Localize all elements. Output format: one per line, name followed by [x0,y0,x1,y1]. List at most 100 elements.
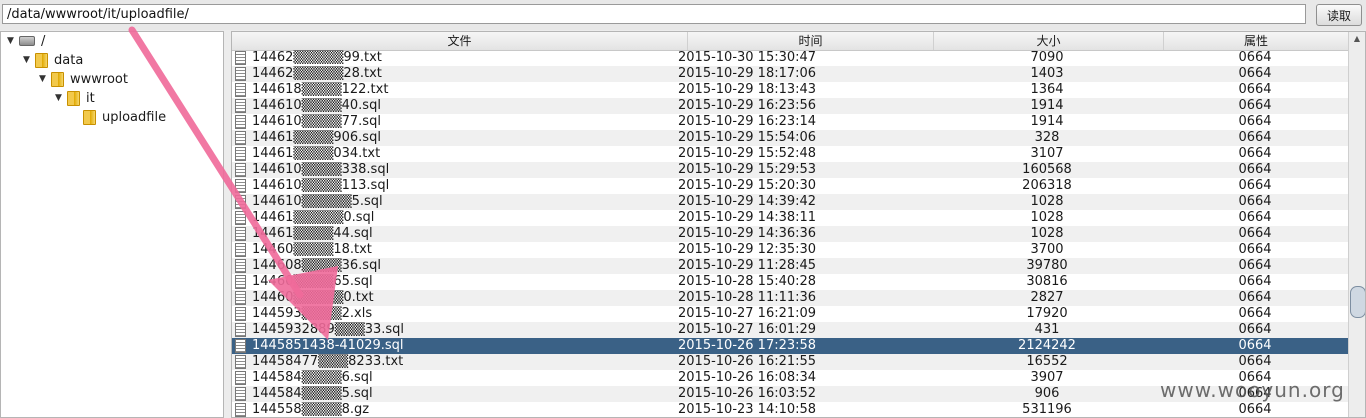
file-size: 160568 [1022,162,1072,177]
table-row[interactable]: 14458477▒▒▒8233.txt 2015-10-26 16:21:55 16… [232,354,1348,370]
table-row[interactable]: 14462▒▒▒▒▒99.txt 2015-10-30 15:30:47 7090 0… [232,50,1348,66]
text-file-icon [235,83,246,97]
table-row[interactable]: 144618▒▒▒▒122.txt 2015-10-29 18:13:43 1364… [232,82,1348,98]
folder-icon [35,52,48,68]
file-time: 2015-10-29 12:35:30 [678,242,817,257]
file-time: 2015-10-29 14:38:11 [678,210,817,225]
table-row[interactable]: 144610▒▒▒▒40.sql 2015-10-29 16:23:56 1914 0… [232,98,1348,114]
column-header-time[interactable]: 时间 [688,32,934,50]
file-size: 328 [1034,130,1060,145]
scroll-up-icon[interactable]: ▲ [1351,34,1363,46]
file-time: 2015-10-26 16:21:55 [678,354,817,369]
file-name: 14462▒▒▒▒▒28.txt [252,66,382,81]
text-file-icon [235,179,246,193]
file-name: 144610▒▒▒▒113.sql [252,178,390,193]
expand-triangle-icon[interactable]: ▼ [23,55,35,65]
file-time: 2015-10-29 11:28:45 [678,258,817,273]
tree-node-label: uploadfile [102,109,167,125]
table-row[interactable]: 14461▒▒▒▒034.txt 2015-10-29 15:52:48 3107 0… [232,146,1348,162]
path-bar: 读取 [0,0,1366,30]
file-size: 1403 [1030,66,1064,81]
file-time: 2015-10-29 14:39:42 [678,194,817,209]
text-file-icon [235,227,246,241]
file-name: 144584▒▒▒▒6.sql [252,370,373,385]
file-size: 1028 [1030,194,1064,209]
file-size: 1914 [1030,114,1064,129]
text-file-icon [235,195,246,209]
tree-node-root[interactable]: ▼ / [7,32,45,50]
file-size: 30816 [1026,274,1068,289]
expand-triangle-icon[interactable]: ▼ [39,74,51,84]
file-time: 2015-10-28 15:40:28 [678,274,817,289]
file-name: 14460▒▒▒▒18.txt [252,242,372,257]
file-name: 144610▒▒▒▒77.sql [252,114,381,129]
table-row[interactable]: 144558▒▒▒▒8.gz 2015-10-23 14:10:58 531196 0… [232,402,1348,417]
table-row[interactable]: 14461▒▒▒▒44.sql 2015-10-29 14:36:36 1028 06… [232,226,1348,242]
expand-triangle-icon[interactable]: ▼ [55,93,67,103]
table-row[interactable]: 144593▒▒▒▒2.xls 2015-10-27 16:21:09 17920 0… [232,306,1348,322]
column-header-attr[interactable]: 属性 [1164,32,1348,50]
column-header-size[interactable]: 大小 [934,32,1164,50]
table-row[interactable]: 144610▒▒▒▒▒5.sql 2015-10-29 14:39:42 1028 0… [232,194,1348,210]
text-file-icon [235,147,246,161]
table-row[interactable]: 14461▒▒▒▒▒0.sql 2015-10-29 14:38:11 1028 06… [232,210,1348,226]
file-name: 14460▒▒▒▒65.sql [252,274,373,289]
table-row[interactable]: 14462▒▒▒▒▒28.txt 2015-10-29 18:17:06 1403 0… [232,66,1348,82]
directory-tree: ▼ / ▼ data ▼ wwwroot ▼ it uploadfile [0,31,224,418]
text-file-icon [235,371,246,385]
file-size: 16552 [1026,354,1068,369]
table-row[interactable]: 144610▒▒▒▒338.sql 2015-10-29 15:29:53 1605… [232,162,1348,178]
table-row[interactable]: 14460▒▒▒▒▒0.txt 2015-10-28 11:11:36 2827 06… [232,290,1348,306]
table-row[interactable]: 14461▒▒▒▒906.sql 2015-10-29 15:54:06 328 06… [232,130,1348,146]
file-name: 14458477▒▒▒8233.txt [252,354,404,369]
path-input[interactable] [2,4,1306,24]
text-file-icon [235,259,246,273]
file-name: 14461▒▒▒▒▒0.sql [252,210,375,225]
table-row[interactable]: 144610▒▒▒▒77.sql 2015-10-29 16:23:14 1914 0… [232,114,1348,130]
file-size: 431 [1034,322,1060,337]
file-name: 144610▒▒▒▒338.sql [252,162,390,177]
read-button[interactable]: 读取 [1316,4,1362,26]
expand-triangle-icon[interactable]: ▼ [7,36,19,46]
file-name: 144618▒▒▒▒122.txt [252,82,389,97]
table-row[interactable]: 144608▒▒▒▒36.sql 2015-10-29 11:28:45 39780… [232,258,1348,274]
table-row[interactable]: 1445932889▒▒▒33.sql 2015-10-27 16:01:29 43… [232,322,1348,338]
tree-node-it[interactable]: ▼ it [55,89,95,107]
table-row[interactable]: 1445851438-41029.sql 2015-10-26 17:23:58 2… [232,338,1348,354]
file-size: 17920 [1026,306,1068,321]
file-name: 144558▒▒▒▒8.gz [252,402,370,417]
file-size: 3107 [1030,146,1064,161]
file-name: 14460▒▒▒▒▒0.txt [252,290,374,305]
file-size: 3907 [1030,370,1064,385]
file-attr: 0664 [1238,306,1272,321]
file-name: 144610▒▒▒▒▒5.sql [252,194,383,209]
file-size: 1028 [1030,226,1064,241]
file-size: 3700 [1030,242,1064,257]
text-file-icon [235,243,246,257]
scroll-thumb[interactable] [1350,286,1365,318]
file-attr: 0664 [1238,274,1272,289]
text-file-icon [235,99,246,113]
tree-node-data[interactable]: ▼ data [23,51,83,69]
column-header-file[interactable]: 文件 [232,32,688,50]
table-row[interactable]: 144610▒▒▒▒113.sql 2015-10-29 15:20:30 2063… [232,178,1348,194]
file-name: 144593▒▒▒▒2.xls [252,306,373,321]
drive-icon [19,36,35,46]
text-file-icon [235,291,246,305]
text-file-icon [235,275,246,289]
file-name: 1445851438-41029.sql [252,338,404,353]
text-file-icon [235,67,246,81]
file-time: 2015-10-26 17:23:58 [678,338,817,353]
tree-node-uploadfile[interactable]: uploadfile [83,108,166,126]
file-attr: 0664 [1238,82,1272,97]
file-attr: 0664 [1238,402,1272,417]
file-size: 531196 [1022,402,1072,417]
file-table: 文件 时间 大小 属性 14462▒▒▒▒▒99.txt 2015-10-30 1… [231,31,1366,418]
file-attr: 0664 [1238,146,1272,161]
text-file-icon [235,163,246,177]
table-row[interactable]: 14460▒▒▒▒18.txt 2015-10-29 12:35:30 3700 06… [232,242,1348,258]
tree-node-wwwroot[interactable]: ▼ wwwroot [39,70,128,88]
file-time: 2015-10-29 16:23:14 [678,114,817,129]
vertical-scrollbar[interactable]: ▲ [1348,32,1365,417]
table-row[interactable]: 14460▒▒▒▒65.sql 2015-10-28 15:40:28 30816 0… [232,274,1348,290]
